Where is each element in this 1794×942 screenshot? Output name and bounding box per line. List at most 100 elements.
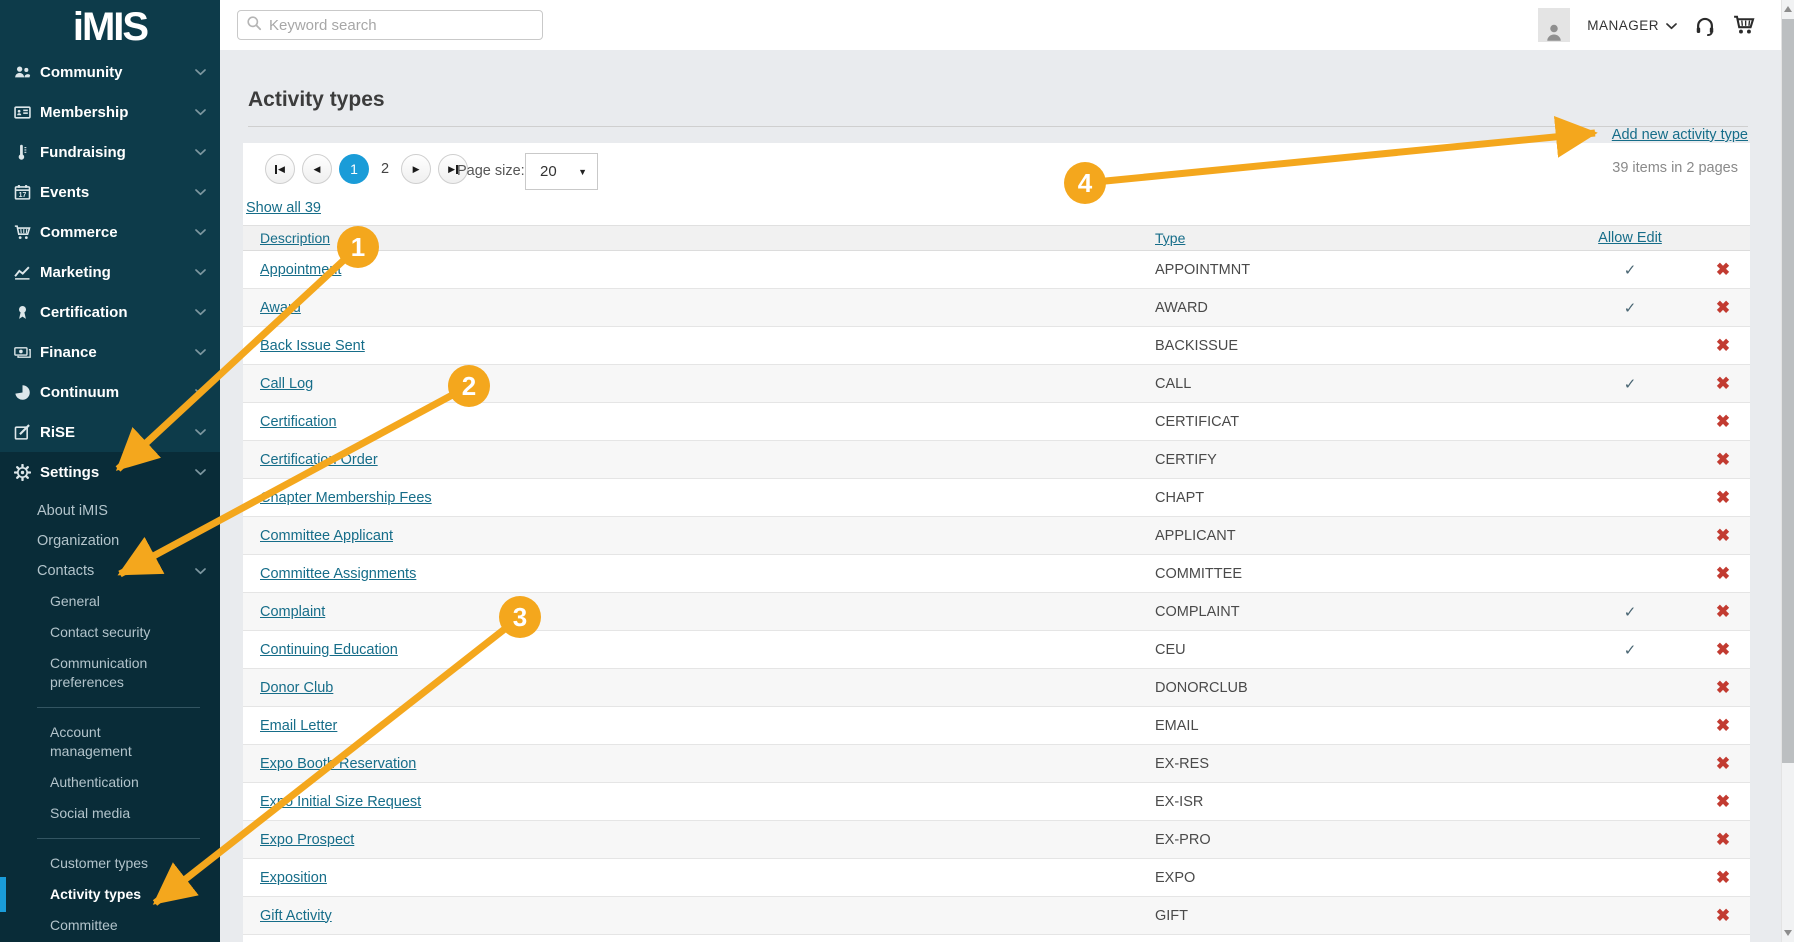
shopping-cart-icon[interactable] (1733, 14, 1755, 36)
sidebar-item-about-imis[interactable]: About iMIS (0, 496, 220, 526)
sidebar-item-fundraising[interactable]: Fundraising (0, 132, 220, 172)
activity-type-code: CHAPT (1155, 490, 1204, 506)
sidebar-item-communication-preferences[interactable]: Communication preferences (0, 648, 220, 698)
allow-edit-checkmark: ✓ (1550, 375, 1710, 393)
search-input[interactable]: Keyword search (237, 10, 543, 40)
sidebar-item-continuum[interactable]: Continuum (0, 372, 220, 412)
sidebar-item-account-management[interactable]: Account management (0, 717, 220, 767)
activity-description-link[interactable]: Expo Booth Reservation (260, 756, 416, 772)
delete-x-icon[interactable]: ✖ (1703, 450, 1743, 470)
sidebar-item-contact-security[interactable]: Contact security (0, 617, 220, 648)
show-all-link[interactable]: Show all 39 (246, 200, 321, 216)
activity-description-link[interactable]: Appointment (260, 262, 341, 278)
next-page-button[interactable]: ▶ (401, 154, 431, 184)
sidebar-item-commerce[interactable]: Commerce (0, 212, 220, 252)
delete-x-icon[interactable]: ✖ (1703, 678, 1743, 698)
support-headset-icon[interactable] (1694, 14, 1716, 36)
activity-description-link[interactable]: Certification Order (260, 452, 378, 468)
activity-description-link[interactable]: Call Log (260, 376, 313, 392)
sidebar-item-certification[interactable]: Certification (0, 292, 220, 332)
activity-description-link[interactable]: Exposition (260, 870, 327, 886)
activity-description-link[interactable]: Donor Club (260, 680, 333, 696)
sidebar-item-general[interactable]: General (0, 586, 220, 617)
sidebar-item-marketing[interactable]: Marketing (0, 252, 220, 292)
delete-x-icon[interactable]: ✖ (1703, 640, 1743, 660)
column-header-allow-edit[interactable]: Allow Edit (1550, 230, 1710, 246)
vertical-scrollbar[interactable] (1781, 0, 1794, 942)
activity-type-code: EX-ISR (1155, 794, 1203, 810)
activity-type-code: CALL (1155, 376, 1191, 392)
activity-description-link[interactable]: Committee Applicant (260, 528, 393, 544)
chevron-down-icon (195, 269, 206, 276)
scrollbar-thumb[interactable] (1782, 19, 1794, 763)
sidebar-item-organization[interactable]: Organization (0, 526, 220, 556)
prev-page-button[interactable]: ◀ (302, 154, 332, 184)
delete-x-icon[interactable]: ✖ (1703, 906, 1743, 926)
table-row: Call Log CALL ✓ ✖ (243, 365, 1750, 403)
table-row: Email Letter EMAIL ✖ (243, 707, 1750, 745)
main-content: Activity types Add new activity type 39 … (220, 50, 1794, 942)
table-row: Appointment APPOINTMNT ✓ ✖ (243, 251, 1750, 289)
delete-x-icon[interactable]: ✖ (1703, 412, 1743, 432)
page-2-button[interactable]: 2 (376, 161, 394, 177)
sidebar-item-events[interactable]: 17 Events (0, 172, 220, 212)
activity-description-link[interactable]: Chapter Membership Fees (260, 490, 432, 506)
sidebar-item-settings[interactable]: Settings (0, 452, 220, 492)
page-size-select[interactable]: 20 ▼ (525, 153, 598, 190)
avatar[interactable] (1538, 8, 1570, 42)
first-page-button[interactable]: ◀ (265, 154, 295, 184)
table-row: Committee Assignments COMMITTEE ✖ (243, 555, 1750, 593)
sidebar-item-social-media[interactable]: Social media (0, 798, 220, 829)
sidebar-item-authentication[interactable]: Authentication (0, 767, 220, 798)
allow-edit-checkmark: ✓ (1550, 299, 1710, 317)
activity-description-link[interactable]: Award (260, 300, 301, 316)
delete-x-icon[interactable]: ✖ (1703, 488, 1743, 508)
delete-x-icon[interactable]: ✖ (1703, 564, 1743, 584)
delete-x-icon[interactable]: ✖ (1703, 868, 1743, 888)
activity-description-link[interactable]: Certification (260, 414, 337, 430)
money-icon (13, 344, 31, 361)
activity-description-link[interactable]: Email Letter (260, 718, 337, 734)
activity-description-link[interactable]: Complaint (260, 604, 325, 620)
delete-x-icon[interactable]: ✖ (1703, 754, 1743, 774)
sidebar: iMIS Community Membership Fundraising17 … (0, 0, 220, 942)
svg-text:17: 17 (18, 192, 26, 199)
activity-description-link[interactable]: Back Issue Sent (260, 338, 365, 354)
column-header-description[interactable]: Description (260, 230, 330, 246)
delete-x-icon[interactable]: ✖ (1703, 830, 1743, 850)
table-row: Chapter Membership Fees CHAPT ✖ (243, 479, 1750, 517)
current-page-button[interactable]: 1 (339, 154, 369, 184)
activity-type-code: GIFT (1155, 908, 1188, 924)
activity-description-link[interactable]: Committee Assignments (260, 566, 416, 582)
sidebar-item-rise[interactable]: RiSE (0, 412, 220, 452)
activity-type-code: BACKISSUE (1155, 338, 1238, 354)
scroll-down-arrow-icon[interactable] (1784, 930, 1792, 936)
activity-type-code: CERTIFY (1155, 452, 1217, 468)
sidebar-item-activity-types[interactable]: Activity types (0, 879, 220, 910)
scroll-up-arrow-icon[interactable] (1784, 6, 1792, 12)
sidebar-item-community[interactable]: Community (0, 52, 220, 92)
delete-x-icon[interactable]: ✖ (1703, 374, 1743, 394)
add-new-activity-type-link[interactable]: Add new activity type (1612, 127, 1748, 143)
delete-x-icon[interactable]: ✖ (1703, 298, 1743, 318)
delete-x-icon[interactable]: ✖ (1703, 792, 1743, 812)
user-cluster: MANAGER (1538, 0, 1755, 50)
user-menu[interactable]: MANAGER (1587, 18, 1677, 33)
delete-x-icon[interactable]: ✖ (1703, 716, 1743, 736)
activity-description-link[interactable]: Expo Initial Size Request (260, 794, 421, 810)
column-header-type[interactable]: Type (1155, 230, 1185, 246)
delete-x-icon[interactable]: ✖ (1703, 526, 1743, 546)
sidebar-item-contacts[interactable]: Contacts (0, 556, 220, 586)
activity-description-link[interactable]: Expo Prospect (260, 832, 354, 848)
sidebar-item-committee[interactable]: Committee (0, 910, 220, 941)
sidebar-item-finance[interactable]: Finance (0, 332, 220, 372)
delete-x-icon[interactable]: ✖ (1703, 260, 1743, 280)
activity-description-link[interactable]: Continuing Education (260, 642, 398, 658)
sidebar-item-membership[interactable]: Membership (0, 92, 220, 132)
sidebar-item-customer-types[interactable]: Customer types (0, 848, 220, 879)
pagination: ◀◀12▶▶ (265, 154, 468, 184)
activity-type-code: EX-RES (1155, 756, 1209, 772)
activity-description-link[interactable]: Gift Activity (260, 908, 332, 924)
delete-x-icon[interactable]: ✖ (1703, 602, 1743, 622)
delete-x-icon[interactable]: ✖ (1703, 336, 1743, 356)
